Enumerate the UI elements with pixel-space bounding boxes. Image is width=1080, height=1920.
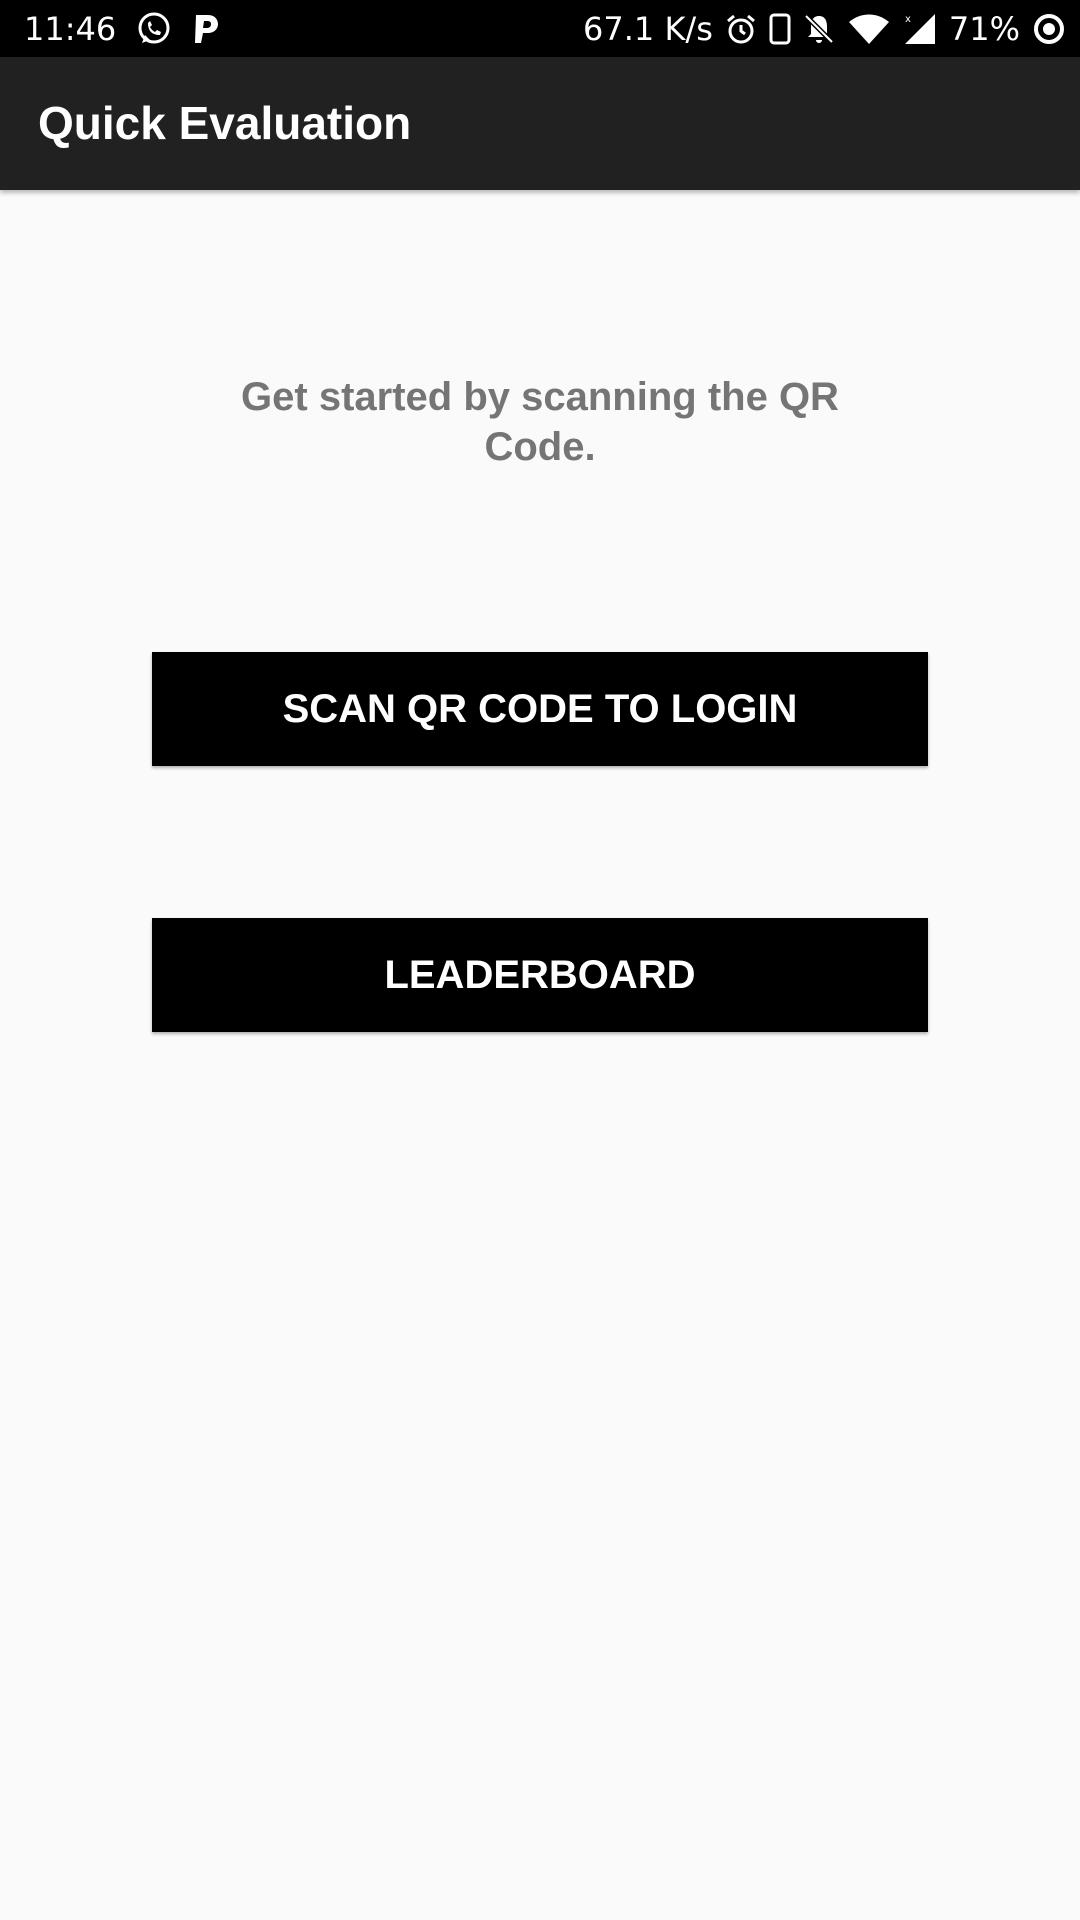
- status-right-group: 67.1 K/s x 71%: [583, 0, 1066, 57]
- phone-icon: [769, 13, 791, 45]
- status-left-group: 11:46: [24, 0, 220, 57]
- p-icon: [192, 13, 220, 45]
- battery-ring-icon: [1032, 12, 1066, 46]
- intro-text: Get started by scanning the QR Code.: [241, 375, 839, 469]
- bell-off-icon: [803, 13, 835, 45]
- app-bar: Quick Evaluation: [0, 57, 1080, 190]
- app-title: Quick Evaluation: [38, 97, 412, 149]
- alarm-icon: [725, 13, 757, 45]
- leaderboard-button[interactable]: LEADERBOARD: [152, 918, 928, 1032]
- network-speed: 67.1 K/s: [583, 9, 713, 48]
- status-bar: 11:46 67.1 K/s x 71%: [0, 0, 1080, 57]
- battery-percent: 71%: [948, 9, 1020, 48]
- wifi-icon: [847, 13, 891, 45]
- status-time: 11:46: [24, 9, 117, 48]
- signal-icon: x: [903, 12, 937, 46]
- whatsapp-icon: [136, 11, 172, 47]
- scan-qr-login-button[interactable]: SCAN QR CODE TO LOGIN: [152, 652, 928, 766]
- svg-text:x: x: [905, 14, 911, 25]
